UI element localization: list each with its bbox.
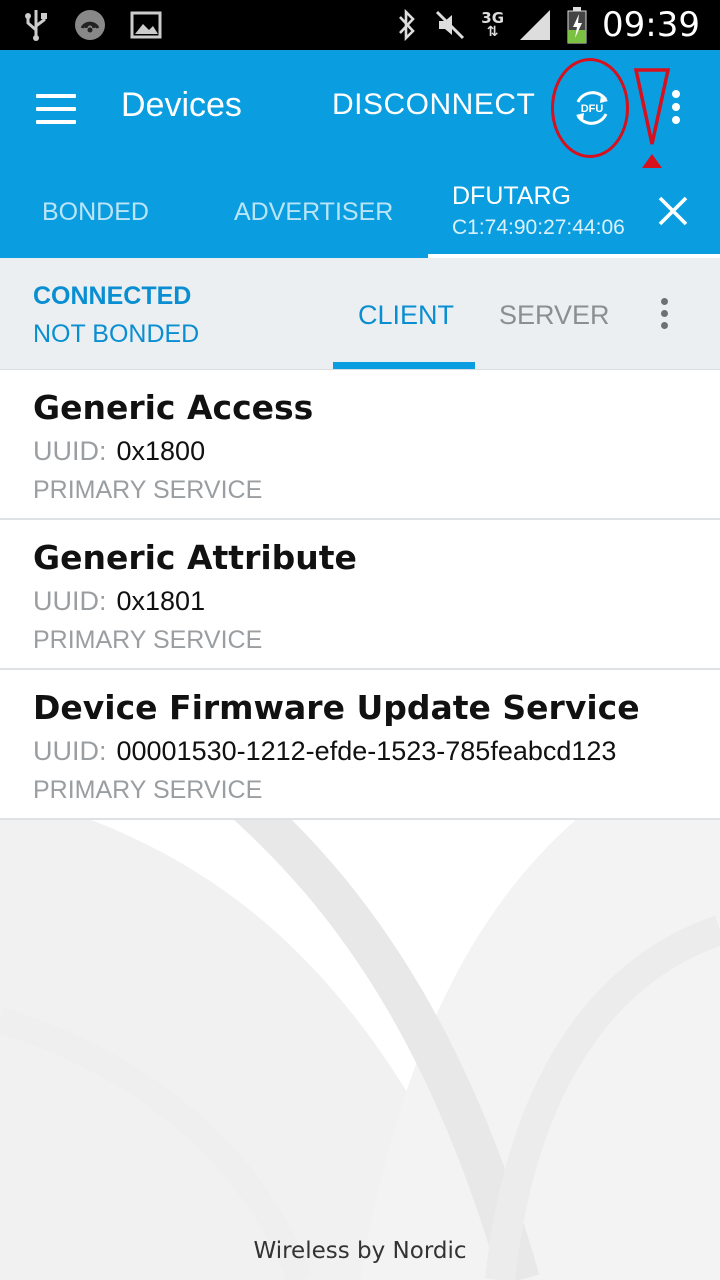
- uuid-label: UUID:: [33, 436, 107, 466]
- usb-icon: [25, 10, 47, 41]
- bluetooth-icon: [399, 8, 416, 42]
- close-icon[interactable]: [656, 194, 690, 228]
- uuid-label: UUID:: [33, 736, 107, 766]
- list-item[interactable]: Device Firmware Update Service UUID: 0000…: [0, 670, 720, 820]
- dot: [660, 310, 668, 317]
- signal-icon: [520, 10, 551, 40]
- dot: [672, 116, 680, 124]
- menu-button[interactable]: [36, 94, 76, 124]
- network-3g-icon: 3G ⇅: [481, 9, 505, 40]
- service-uuid: UUID: 00001530-1212-efde-1523-785feabcd12…: [33, 736, 616, 767]
- connection-overflow-button[interactable]: [654, 298, 674, 338]
- device-tabs: BONDED ADVERTISER DFUTARG C1:74:90:27:44…: [0, 180, 720, 258]
- hamburger-line: [36, 107, 76, 111]
- service-type: PRIMARY SERVICE: [33, 626, 263, 654]
- dot: [660, 322, 668, 329]
- uuid-value: 0x1800: [116, 436, 206, 466]
- status-icons-right: 3G ⇅ 09:39: [395, 4, 700, 46]
- connection-bar: CONNECTED NOT BONDED CLIENT SERVER: [0, 258, 720, 370]
- page-title: Devices: [121, 86, 242, 124]
- device-address: C1:74:90:27:44:06: [452, 216, 625, 239]
- tab-indicator: [333, 362, 475, 369]
- dot: [672, 90, 680, 98]
- uuid-value: 00001530-1212-efde-1523-785feabcd123: [116, 736, 617, 766]
- dot: [672, 103, 680, 111]
- service-uuid: UUID: 0x1801: [33, 586, 205, 617]
- app-bar: Devices DISCONNECT DFU BONDED ADVERTISER…: [0, 50, 720, 258]
- status-icons-left: [22, 8, 162, 42]
- disconnect-button[interactable]: DISCONNECT: [332, 88, 535, 122]
- tab-client[interactable]: CLIENT: [358, 300, 454, 331]
- list-item[interactable]: Generic Attribute UUID: 0x1801 PRIMARY SE…: [0, 520, 720, 670]
- uuid-value: 0x1801: [116, 586, 206, 616]
- status-bar: 3G ⇅ 09:39: [0, 0, 720, 50]
- hamburger-line: [36, 120, 76, 124]
- footer-brand: Wireless by Nordic: [253, 1238, 467, 1264]
- hamburger-line: [36, 94, 76, 98]
- service-name: Device Firmware Update Service: [33, 688, 640, 727]
- device-name: DFUTARG: [452, 182, 571, 210]
- clock: 09:39: [602, 5, 700, 45]
- tab-server[interactable]: SERVER: [499, 300, 610, 331]
- uuid-label: UUID:: [33, 586, 107, 616]
- service-type: PRIMARY SERVICE: [33, 476, 263, 504]
- image-icon: [130, 11, 162, 39]
- mute-icon: [436, 10, 465, 40]
- bond-state: NOT BONDED: [33, 320, 200, 348]
- service-uuid: UUID: 0x1800: [33, 436, 205, 467]
- list-item[interactable]: Generic Access UUID: 0x1800 PRIMARY SERVI…: [0, 370, 720, 520]
- service-list: Generic Access UUID: 0x1800 PRIMARY SERVI…: [0, 370, 720, 820]
- connection-state: CONNECTED: [33, 282, 192, 310]
- hotspot-icon: [75, 10, 105, 40]
- battery-charging-icon: [567, 7, 587, 44]
- service-name: Generic Access: [33, 388, 314, 427]
- service-name: Generic Attribute: [33, 538, 357, 577]
- service-type: PRIMARY SERVICE: [33, 776, 263, 804]
- annotation-circle: [551, 58, 629, 158]
- overflow-menu-button[interactable]: [666, 90, 686, 130]
- dot: [660, 298, 668, 305]
